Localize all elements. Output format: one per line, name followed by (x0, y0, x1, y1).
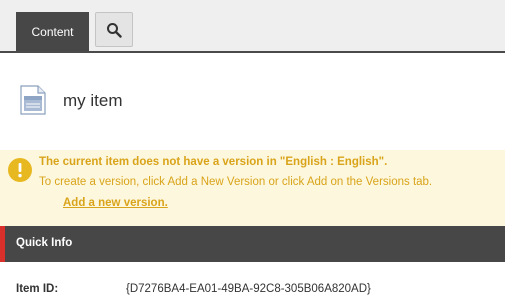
tab-content[interactable]: Content (16, 12, 89, 52)
info-row-item-id: Item ID: {D7276BA4-EA01-49BA-92C8-305B06… (0, 262, 505, 305)
item-header: my item (0, 53, 505, 150)
exclamation-icon (8, 158, 32, 182)
top-toolbar: Content (0, 0, 505, 52)
warning-title: The current item does not have a version… (39, 156, 388, 168)
search-button[interactable] (95, 12, 133, 47)
version-warning: The current item does not have a version… (0, 150, 505, 226)
item-id-label: Item ID: (16, 283, 59, 295)
quick-info-label: Quick Info (16, 237, 73, 249)
quick-info-accent-bar (0, 226, 5, 262)
document-icon (20, 85, 46, 120)
item-id-value: {D7276BA4-EA01-49BA-92C8-305B06A820AD} (126, 283, 371, 295)
warning-text: To create a version, click Add a New Ver… (39, 176, 433, 188)
add-new-version-link[interactable]: Add a new version. (63, 197, 168, 209)
quick-info-section-header[interactable]: Quick Info (0, 226, 505, 262)
search-icon (107, 22, 122, 38)
item-title: my item (63, 91, 123, 110)
